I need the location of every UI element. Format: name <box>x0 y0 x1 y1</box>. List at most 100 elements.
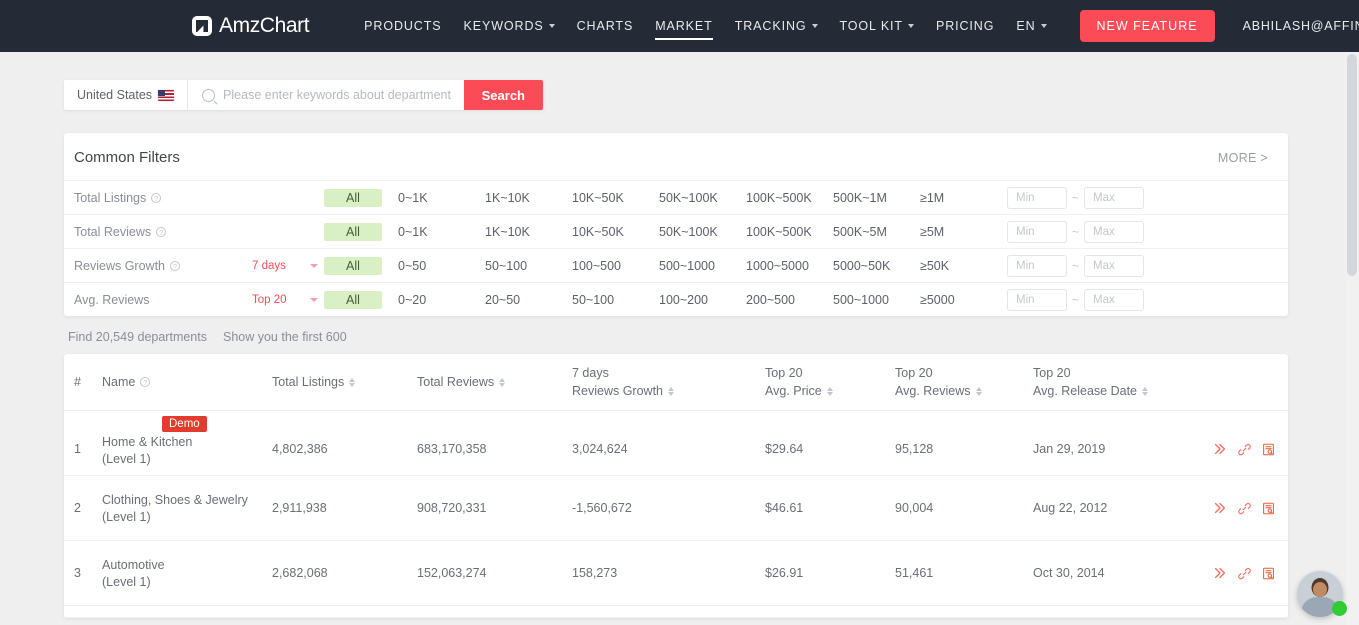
cell-avg-price: $26.91 <box>765 566 895 580</box>
row-index: 3 <box>74 566 102 580</box>
filter-option[interactable]: 0~1K <box>390 189 477 207</box>
app-logo[interactable]: AmzChart <box>192 14 309 38</box>
expand-subcategories-icon[interactable] <box>1213 566 1227 580</box>
more-filters-link[interactable]: MORE > <box>1218 151 1268 165</box>
filter-min-input[interactable] <box>1007 187 1067 209</box>
filter-option[interactable]: 1K~10K <box>477 223 564 241</box>
filter-period-select[interactable]: 7 days <box>252 260 324 272</box>
row-name-cell[interactable]: Clothing, Shoes & Jewelry(Level 1) <box>102 493 272 524</box>
sort-toggle-icon[interactable] <box>349 378 355 387</box>
product-research-icon[interactable] <box>1262 567 1275 580</box>
filter-option[interactable]: 10K~50K <box>564 223 651 241</box>
expand-subcategories-icon[interactable] <box>1213 501 1227 515</box>
link-icon[interactable] <box>1238 502 1251 515</box>
filter-option[interactable]: 100K~500K <box>738 189 825 207</box>
column-header-subtitle: Top 20 <box>1033 366 1213 380</box>
table-row[interactable] <box>64 606 1288 618</box>
filter-option[interactable]: All <box>324 189 382 207</box>
filter-option[interactable]: 50~100 <box>564 291 651 309</box>
nav-item-products[interactable]: PRODUCTS <box>353 0 452 52</box>
filter-option[interactable]: All <box>324 291 382 309</box>
filter-option[interactable]: 50K~100K <box>651 223 738 241</box>
filter-option[interactable]: ≥5M <box>912 223 999 241</box>
filter-option[interactable]: ≥5000 <box>912 291 999 309</box>
column-header-main: Avg. Release Date <box>1033 384 1213 398</box>
new-feature-button[interactable]: NEW FEATURE <box>1080 10 1215 42</box>
filter-option[interactable]: 10K~50K <box>564 189 651 207</box>
search-input[interactable] <box>223 80 464 110</box>
filter-option[interactable]: All <box>324 257 382 275</box>
scrollbar-thumb[interactable] <box>1347 54 1357 276</box>
filter-option[interactable]: 20~50 <box>477 291 564 309</box>
filter-option[interactable]: 1000~5000 <box>738 257 825 275</box>
search-button[interactable]: Search <box>464 80 543 110</box>
filter-option[interactable]: 5000~50K <box>825 257 912 275</box>
product-research-icon[interactable] <box>1262 443 1275 456</box>
filter-min-input[interactable] <box>1007 289 1067 311</box>
column-header-title: Avg. Reviews <box>895 384 971 398</box>
filter-option[interactable]: 100~500 <box>564 257 651 275</box>
nav-item-charts[interactable]: CHARTS <box>566 0 645 52</box>
filter-option[interactable]: 0~50 <box>390 257 477 275</box>
row-name-cell[interactable]: Automotive(Level 1) <box>102 558 272 589</box>
nav-item-market[interactable]: MARKET <box>644 0 724 52</box>
expand-subcategories-icon[interactable] <box>1213 442 1227 456</box>
link-icon[interactable] <box>1238 443 1251 456</box>
nav-item-en[interactable]: EN <box>1005 0 1057 52</box>
country-selector[interactable]: United States <box>64 80 188 110</box>
sort-toggle-icon[interactable] <box>1142 387 1148 396</box>
column-header-growth[interactable]: 7 daysReviews Growth <box>572 366 765 398</box>
us-flag-icon <box>158 90 174 101</box>
cell-avg-reviews: 90,004 <box>895 501 1033 515</box>
filter-option[interactable]: ≥1M <box>912 189 999 207</box>
sort-toggle-icon[interactable] <box>976 387 982 396</box>
link-icon[interactable] <box>1238 567 1251 580</box>
info-icon[interactable]: ? <box>156 227 166 237</box>
nav-item-keywords[interactable]: KEYWORDS <box>453 0 566 52</box>
sort-toggle-icon[interactable] <box>499 378 505 387</box>
filter-option[interactable]: 100K~500K <box>738 223 825 241</box>
column-header-date[interactable]: Top 20 Avg. Release Date <box>1033 366 1213 398</box>
filter-option[interactable]: 50K~100K <box>651 189 738 207</box>
filter-max-input[interactable] <box>1084 221 1144 243</box>
filter-row: Reviews Growth?7 daysAll0~5050~100100~50… <box>64 248 1288 282</box>
department-name: Automotive <box>102 558 272 572</box>
filter-option[interactable]: 100~200 <box>651 291 738 309</box>
filter-option[interactable]: 0~20 <box>390 291 477 309</box>
filter-option[interactable]: 500K~1M <box>825 189 912 207</box>
filter-option[interactable]: 500K~5M <box>825 223 912 241</box>
filter-option[interactable]: 200~500 <box>738 291 825 309</box>
sort-toggle-icon[interactable] <box>827 387 833 396</box>
filter-period-select[interactable]: Top 20 <box>252 294 324 306</box>
filter-option[interactable]: 50~100 <box>477 257 564 275</box>
filter-option[interactable]: 500~1000 <box>651 257 738 275</box>
nav-item-tracking[interactable]: TRACKING <box>724 0 829 52</box>
column-header-price[interactable]: Top 20Avg. Price <box>765 366 895 398</box>
column-header-reviews[interactable]: Total Reviews <box>417 375 572 389</box>
country-label: United States <box>77 88 152 102</box>
info-icon[interactable]: ? <box>170 261 180 271</box>
nav-item-tool-kit[interactable]: TOOL KIT <box>829 0 925 52</box>
filter-max-input[interactable] <box>1084 187 1144 209</box>
column-header-avgrev[interactable]: Top 20Avg. Reviews <box>895 366 1033 398</box>
product-research-icon[interactable] <box>1262 502 1275 515</box>
sort-toggle-icon[interactable] <box>668 387 674 396</box>
table-row[interactable]: Demo1Home & Kitchen(Level 1)4,802,386683… <box>64 411 1288 476</box>
table-row[interactable]: 3Automotive(Level 1)2,682,068152,063,274… <box>64 541 1288 606</box>
nav-item-pricing[interactable]: PRICING <box>925 0 1005 52</box>
column-header-listings[interactable]: Total Listings <box>272 375 417 389</box>
filter-option[interactable]: 500~1000 <box>825 291 912 309</box>
info-icon[interactable]: ? <box>151 193 161 203</box>
filter-max-input[interactable] <box>1084 255 1144 277</box>
table-row[interactable]: 2Clothing, Shoes & Jewelry(Level 1)2,911… <box>64 476 1288 541</box>
filter-min-input[interactable] <box>1007 255 1067 277</box>
page-scrollbar[interactable] <box>1345 52 1359 625</box>
filter-option[interactable]: 0~1K <box>390 223 477 241</box>
filter-option[interactable]: 1K~10K <box>477 189 564 207</box>
filter-option[interactable]: All <box>324 223 382 241</box>
filter-option[interactable]: ≥50K <box>912 257 999 275</box>
user-account-menu[interactable]: ABHILASH@AFFINC... <box>1243 19 1359 33</box>
filter-max-input[interactable] <box>1084 289 1144 311</box>
filter-min-input[interactable] <box>1007 221 1067 243</box>
info-icon[interactable]: ? <box>140 377 150 387</box>
